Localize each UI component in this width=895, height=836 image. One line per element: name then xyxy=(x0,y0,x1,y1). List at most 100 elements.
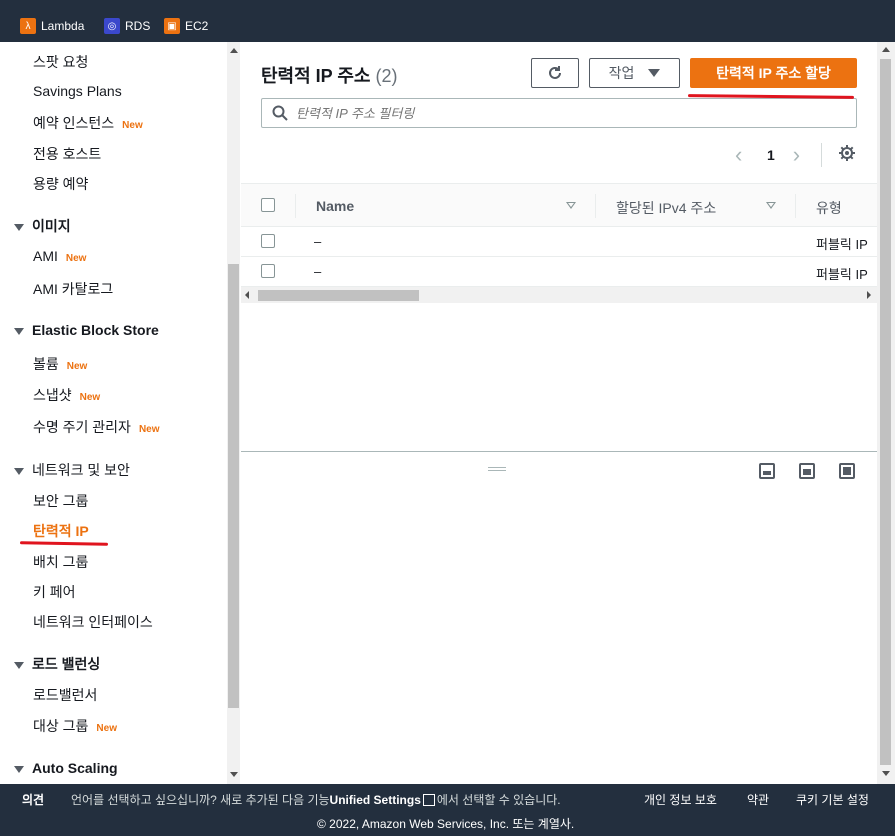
sidebar-item-reserved-instances[interactable]: 예약 인스턴스 New xyxy=(33,113,143,133)
page-title-text: 탄력적 IP 주소 xyxy=(261,66,371,86)
sidebar-item-label: Savings Plans xyxy=(33,83,122,99)
scroll-up-arrow-icon[interactable] xyxy=(230,48,238,53)
gear-icon[interactable] xyxy=(838,144,856,162)
sidebar-section-network-security[interactable]: 네트워크 및 보안 xyxy=(14,460,130,480)
sidebar-item-capacity-reservations[interactable]: 용량 예약 xyxy=(33,174,88,194)
caret-down-icon xyxy=(14,223,24,231)
row-checkbox[interactable] xyxy=(261,264,275,278)
sidebar-item-key-pairs[interactable]: 키 페어 xyxy=(33,582,76,602)
sidebar-section-title: Elastic Block Store xyxy=(32,322,159,338)
sidebar-section-title: 네트워크 및 보안 xyxy=(32,462,130,478)
allocate-label: 탄력적 IP 주소 할당 xyxy=(716,65,831,81)
sidebar-item-snapshots[interactable]: 스냅샷 New xyxy=(33,385,100,405)
new-badge: New xyxy=(79,392,101,403)
split-panel-side-icon[interactable] xyxy=(799,463,815,479)
new-badge: New xyxy=(138,424,160,435)
scroll-right-arrow-icon[interactable] xyxy=(867,291,871,299)
main-scrollbar-thumb[interactable] xyxy=(880,59,891,765)
sidebar-item-label: AMI 카탈로그 xyxy=(33,281,114,297)
sidebar-item-ami-catalog[interactable]: AMI 카탈로그 xyxy=(33,279,113,299)
unified-settings-link[interactable]: Unified Settings xyxy=(330,793,421,807)
sidebar-section-images[interactable]: 이미지 xyxy=(14,216,71,236)
actions-dropdown-button[interactable]: 작업 xyxy=(589,58,680,88)
copyright-text: © 2022, Amazon Web Services, Inc. 또는 계열사… xyxy=(317,817,575,831)
sidebar-item-lifecycle-manager[interactable]: 수명 주기 관리자 New xyxy=(33,417,160,437)
rds-icon: ◎ xyxy=(104,18,120,34)
caret-down-icon xyxy=(14,327,24,335)
split-panel-hide-icon[interactable] xyxy=(839,463,855,479)
select-all-checkbox[interactable] xyxy=(261,198,275,212)
refresh-button[interactable] xyxy=(531,58,579,88)
split-panel-bottom-icon[interactable] xyxy=(759,463,775,479)
table-scrollbar-thumb[interactable] xyxy=(258,290,419,301)
current-page-number[interactable]: 1 xyxy=(767,147,775,163)
row-name-cell: – xyxy=(314,234,322,249)
column-header-ipv4[interactable]: 할당된 IPv4 주소 xyxy=(616,198,716,218)
sidebar-section-title: 이미지 xyxy=(32,218,71,234)
favorite-lambda[interactable]: λ Lambda xyxy=(20,17,84,35)
sidebar-item-label: 보안 그룹 xyxy=(33,493,89,509)
next-page-icon[interactable]: › xyxy=(793,142,813,168)
filter-search-input[interactable] xyxy=(296,105,836,121)
sidebar-section-ebs[interactable]: Elastic Block Store xyxy=(14,322,159,338)
previous-page-icon[interactable]: ‹ xyxy=(735,142,755,168)
column-header-name[interactable]: Name xyxy=(316,198,354,214)
allocate-elastic-ip-button[interactable]: 탄력적 IP 주소 할당 xyxy=(690,58,857,88)
scroll-left-arrow-icon[interactable] xyxy=(245,291,249,299)
terms-link[interactable]: 약관 xyxy=(747,791,769,808)
feedback-link[interactable]: 의견 xyxy=(22,791,44,808)
sidebar-item-spot-requests[interactable]: 스팟 요청 xyxy=(33,52,88,72)
scroll-up-arrow-icon[interactable] xyxy=(882,47,890,52)
sidebar-item-network-interfaces[interactable]: 네트워크 인터페이스 xyxy=(33,612,153,632)
row-name-cell: – xyxy=(314,264,322,279)
sidebar-item-load-balancers[interactable]: 로드밸런서 xyxy=(33,685,97,705)
footer: 의견 언어를 선택하고 싶으십니까? 새로 추가된 다음 기능Unified S… xyxy=(0,784,895,836)
sidebar-item-dedicated-hosts[interactable]: 전용 호스트 xyxy=(33,144,101,164)
sidebar-item-target-groups[interactable]: 대상 그룹 New xyxy=(33,716,117,736)
column-header-type[interactable]: 유형 xyxy=(816,198,842,218)
favorite-lambda-label: Lambda xyxy=(41,19,85,33)
table-header: Name 할당된 IPv4 주소 유형 xyxy=(241,183,881,227)
sidebar-item-label: 용량 예약 xyxy=(33,176,89,192)
sidebar-item-elastic-ips[interactable]: 탄력적 IP xyxy=(33,521,89,541)
row-checkbox[interactable] xyxy=(261,234,275,248)
sort-icon[interactable] xyxy=(766,202,776,209)
new-badge: New xyxy=(65,253,87,264)
sidebar-item-label: 볼륨 xyxy=(33,356,59,372)
sidebar-item-label: 스팟 요청 xyxy=(33,54,89,70)
table-row[interactable]: – 퍼블릭 IP xyxy=(241,227,881,257)
sidebar-item-security-groups[interactable]: 보안 그룹 xyxy=(33,491,88,511)
scroll-down-arrow-icon[interactable] xyxy=(230,772,238,777)
refresh-icon xyxy=(549,66,561,79)
cookie-preferences-link[interactable]: 쿠키 기본 설정 xyxy=(796,791,869,808)
sidebar-section-title: Auto Scaling xyxy=(32,760,118,776)
sidebar-item-savings-plans[interactable]: Savings Plans xyxy=(33,83,122,99)
sidebar-section-auto-scaling[interactable]: Auto Scaling xyxy=(14,760,118,776)
sidebar-item-volumes[interactable]: 볼륨 New xyxy=(33,354,87,374)
privacy-link[interactable]: 개인 정보 보호 xyxy=(644,791,717,808)
sidebar-item-placement-groups[interactable]: 배치 그룹 xyxy=(33,552,88,572)
drag-handle-icon[interactable] xyxy=(488,467,506,471)
main-scrollbar[interactable] xyxy=(877,42,895,784)
sidebar-section-load-balancing[interactable]: 로드 밸런싱 xyxy=(14,654,100,674)
filter-search-box[interactable] xyxy=(261,98,857,128)
favorite-rds[interactable]: ◎ RDS xyxy=(104,17,150,35)
sidebar-item-label: AMI xyxy=(33,248,58,264)
split-panel-divider xyxy=(241,451,881,452)
sidebar-navigation: 스팟 요청 Savings Plans 예약 인스턴스 New 전용 호스트 용량… xyxy=(0,42,240,784)
scroll-down-arrow-icon[interactable] xyxy=(882,771,890,776)
table-horizontal-scrollbar[interactable] xyxy=(241,287,881,303)
favorite-rds-label: RDS xyxy=(125,19,151,33)
sort-icon[interactable] xyxy=(566,202,576,209)
favorite-ec2[interactable]: ▣ EC2 xyxy=(164,17,208,35)
top-navigation-bar: λ Lambda ◎ RDS ▣ EC2 xyxy=(0,0,895,42)
sidebar-scrollbar-thumb[interactable] xyxy=(228,264,239,708)
sidebar-item-label: 수명 주기 관리자 xyxy=(33,419,131,435)
table-row[interactable]: – 퍼블릭 IP xyxy=(241,257,881,287)
column-divider xyxy=(795,194,796,218)
favorite-ec2-label: EC2 xyxy=(185,19,209,33)
caret-down-icon xyxy=(14,467,24,475)
sidebar-scrollbar[interactable] xyxy=(227,42,240,784)
sidebar-item-ami[interactable]: AMI New xyxy=(33,248,86,264)
sidebar-item-label: 배치 그룹 xyxy=(33,554,89,570)
